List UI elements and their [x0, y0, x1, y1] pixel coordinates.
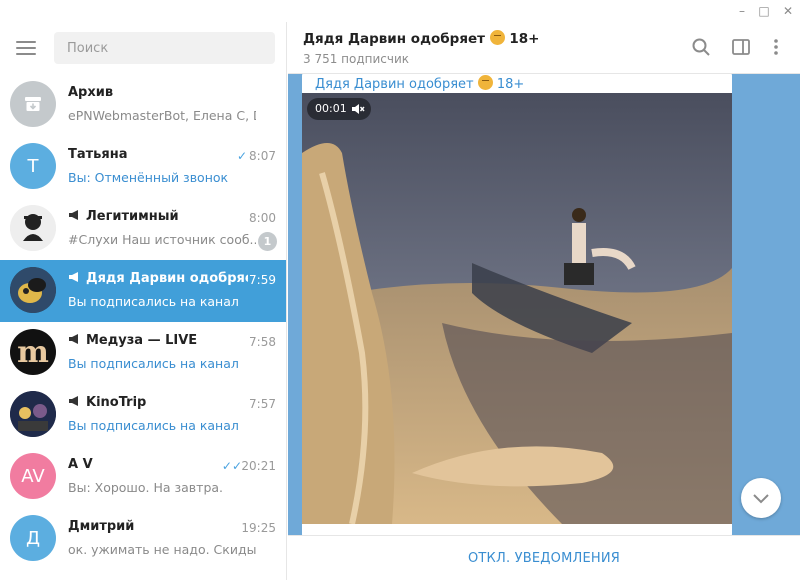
chat-time: 8:00: [249, 211, 276, 225]
chat-name: Архив: [68, 85, 114, 100]
chat-name: A V: [68, 457, 93, 472]
avatar: [10, 267, 56, 313]
chat-name: Дмитрий: [68, 519, 135, 534]
more-vertical-icon[interactable]: [765, 36, 787, 58]
chat-list: Архив ePNWebmasterBot, Елена C, Dov... T…: [0, 74, 286, 570]
chat-time: 7:59: [249, 273, 276, 287]
window-titlebar: – □ ✕: [0, 0, 800, 22]
menu-icon[interactable]: [16, 41, 36, 55]
megaphone-icon: [69, 334, 78, 344]
chevron-down-icon: [753, 494, 769, 504]
maximize-button[interactable]: □: [752, 0, 776, 22]
emoji-icon: [489, 30, 505, 45]
archive-icon: [10, 81, 56, 127]
chat-time: 7:57: [249, 397, 276, 411]
chat-sidebar: Архив ePNWebmasterBot, Елена C, Dov... T…: [0, 22, 287, 580]
minimize-button[interactable]: –: [730, 0, 754, 22]
video-player[interactable]: 00:01: [302, 93, 732, 524]
search-icon[interactable]: [690, 36, 712, 58]
bottom-bar: ОТКЛ. УВЕДОМЛЕНИЯ: [288, 535, 800, 580]
sidebar-toggle-icon[interactable]: [730, 36, 752, 58]
chat-name: Дядя Дарвин одобряе...: [68, 271, 248, 286]
message-bubble: Дядя Дарвин одобряет 18+ 00:01: [302, 70, 732, 540]
avatar: m: [10, 329, 56, 375]
avatar: [10, 391, 56, 437]
megaphone-icon: [69, 272, 78, 282]
chat-preview: Вы: Хорошо. На завтра.: [68, 480, 224, 495]
chat-preview: ок. ужимать не надо. Скидывай...: [68, 542, 256, 557]
unread-badge: 1: [258, 232, 277, 251]
chat-preview: ePNWebmasterBot, Елена C, Dov...: [68, 108, 256, 123]
close-button[interactable]: ✕: [776, 0, 800, 22]
chat-name: KinoTrip: [68, 395, 146, 410]
chat-name: Медуза — LIVE: [68, 333, 197, 348]
chat-preview: #Слухи Наш источник сооб...: [68, 232, 256, 247]
chat-header[interactable]: Дядя Дарвин одобряет 18+ 3 751 подписчик: [288, 22, 800, 74]
mute-icon[interactable]: [351, 102, 365, 116]
chat-item-meduza[interactable]: m Медуза — LIVE 7:58 Вы подписались на к…: [0, 322, 286, 384]
chat-time: 19:25: [241, 521, 276, 535]
chat-name: Легитимный: [68, 209, 179, 224]
chat-item-darwin[interactable]: Дядя Дарвин одобряе... 7:59 Вы подписали…: [0, 260, 286, 322]
avatar: AV: [10, 453, 56, 499]
chat-item-kinotrip[interactable]: KinoTrip 7:57 Вы подписались на канал: [0, 384, 286, 446]
video-timestamp: 00:01: [307, 98, 371, 120]
chat-preview: Вы подписались на канал: [68, 418, 239, 433]
chat-name: Татьяна: [68, 147, 128, 162]
chat-time: 20:21: [241, 459, 276, 473]
chat-time: 8:07: [249, 149, 276, 163]
subscriber-count: 3 751 подписчик: [303, 52, 410, 66]
megaphone-icon: [69, 396, 78, 406]
page-title: Дядя Дарвин одобряет 18+: [303, 30, 540, 47]
scroll-down-button[interactable]: [741, 478, 781, 518]
double-check-icon: ✓✓: [221, 459, 242, 473]
avatar: Д: [10, 515, 56, 561]
chat-preview: Вы подписались на канал: [68, 294, 239, 309]
chat-main: Дядя Дарвин одобряет 18+ 3 751 подписчик…: [288, 22, 800, 580]
chat-preview: Вы подписались на канал: [68, 356, 239, 371]
video-frame: [302, 93, 732, 524]
chat-item-av[interactable]: AV A V ✓✓ 20:21 Вы: Хорошо. На завтра.: [0, 446, 286, 508]
message-sender[interactable]: Дядя Дарвин одобряет 18+: [315, 75, 524, 92]
avatar: [10, 205, 56, 251]
avatar: T: [10, 143, 56, 189]
chat-item-tatiana[interactable]: T Татьяна ✓ 8:07 Вы: Отменённый звонок: [0, 136, 286, 198]
chat-preview: Вы: Отменённый звонок: [68, 170, 229, 185]
chat-time: 7:58: [249, 335, 276, 349]
chat-item-archive[interactable]: Архив ePNWebmasterBot, Елена C, Dov...: [0, 74, 286, 136]
chat-item-dmitry[interactable]: Д Дмитрий 19:25 ок. ужимать не надо. Ски…: [0, 508, 286, 570]
check-icon: ✓: [236, 149, 247, 163]
search-input[interactable]: [54, 32, 275, 64]
chat-item-legitimny[interactable]: Легитимный 8:00 #Слухи Наш источник сооб…: [0, 198, 286, 260]
mute-notifications-button[interactable]: ОТКЛ. УВЕДОМЛЕНИЯ: [288, 536, 800, 580]
megaphone-icon: [69, 210, 78, 220]
emoji-icon: [477, 75, 493, 90]
